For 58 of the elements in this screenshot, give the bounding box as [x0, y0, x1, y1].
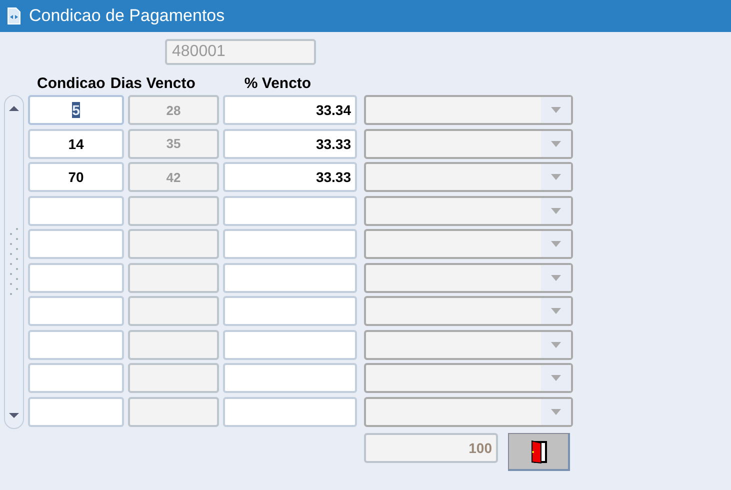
- percent-field[interactable]: 33.34: [223, 95, 357, 125]
- percent-field[interactable]: [223, 196, 357, 226]
- scrollbar[interactable]: [4, 95, 24, 429]
- dropdown[interactable]: [364, 229, 573, 259]
- condicao-field[interactable]: [28, 396, 124, 426]
- dropdown[interactable]: [364, 363, 573, 393]
- percent-field[interactable]: 33.33: [223, 162, 357, 192]
- dropdown-arrow-icon[interactable]: [551, 308, 561, 314]
- dropdown-arrow-icon[interactable]: [551, 342, 561, 348]
- dropdown-arrow-icon[interactable]: [551, 408, 561, 414]
- dropdown-arrow-icon[interactable]: [551, 208, 561, 214]
- condicao-field[interactable]: [28, 262, 124, 292]
- dropdown[interactable]: [364, 330, 573, 360]
- dropdown[interactable]: [364, 162, 573, 192]
- percent-field[interactable]: [223, 296, 357, 326]
- condicao-field[interactable]: [28, 330, 124, 360]
- condicao-field[interactable]: [28, 229, 124, 259]
- dias-field[interactable]: [128, 363, 219, 393]
- percent-field[interactable]: [223, 262, 357, 292]
- dropdown[interactable]: [364, 95, 573, 125]
- dropdown[interactable]: [364, 296, 573, 326]
- percent-field[interactable]: [223, 229, 357, 259]
- dropdown-arrow-icon[interactable]: [551, 274, 561, 280]
- door-icon: [530, 440, 548, 464]
- condicao-field[interactable]: 14: [28, 128, 124, 158]
- percent-field[interactable]: [223, 396, 357, 426]
- dropdown[interactable]: [364, 128, 573, 158]
- column-header: % Vencto: [244, 75, 312, 92]
- dias-field[interactable]: [128, 196, 219, 226]
- condicao-field[interactable]: [28, 196, 124, 226]
- dias-field[interactable]: [128, 262, 219, 292]
- dropdown-arrow-icon[interactable]: [551, 107, 561, 113]
- dias-field[interactable]: [128, 229, 219, 259]
- dias-field[interactable]: [128, 396, 219, 426]
- condicao-field[interactable]: [28, 296, 124, 326]
- dropdown-arrow-icon[interactable]: [551, 375, 561, 381]
- scroll-up-icon[interactable]: [8, 104, 20, 112]
- dias-field[interactable]: [128, 330, 219, 360]
- dias-field[interactable]: [128, 296, 219, 326]
- window-title: Condicao de Pagamentos: [29, 6, 225, 26]
- dropdown[interactable]: [364, 196, 573, 226]
- dropdown-arrow-icon[interactable]: [551, 174, 561, 180]
- form-icon: [7, 7, 21, 25]
- percent-field[interactable]: [223, 363, 357, 393]
- exit-button[interactable]: [508, 433, 570, 471]
- dropdown-arrow-icon[interactable]: [551, 241, 561, 247]
- column-header: Dias Vencto: [110, 75, 196, 92]
- dropdown[interactable]: [364, 396, 573, 426]
- percent-field[interactable]: [223, 330, 357, 360]
- condicao-field[interactable]: [28, 363, 124, 393]
- dropdown-arrow-icon[interactable]: [551, 140, 561, 146]
- scroll-down-icon[interactable]: [8, 412, 20, 420]
- condicao-field[interactable]: 5: [28, 95, 124, 125]
- column-header: Condicao: [37, 75, 106, 92]
- percent-field[interactable]: 33.33: [223, 128, 357, 158]
- total-field[interactable]: 100: [364, 433, 498, 463]
- dropdown[interactable]: [364, 262, 573, 292]
- condicao-field[interactable]: 70: [28, 162, 124, 192]
